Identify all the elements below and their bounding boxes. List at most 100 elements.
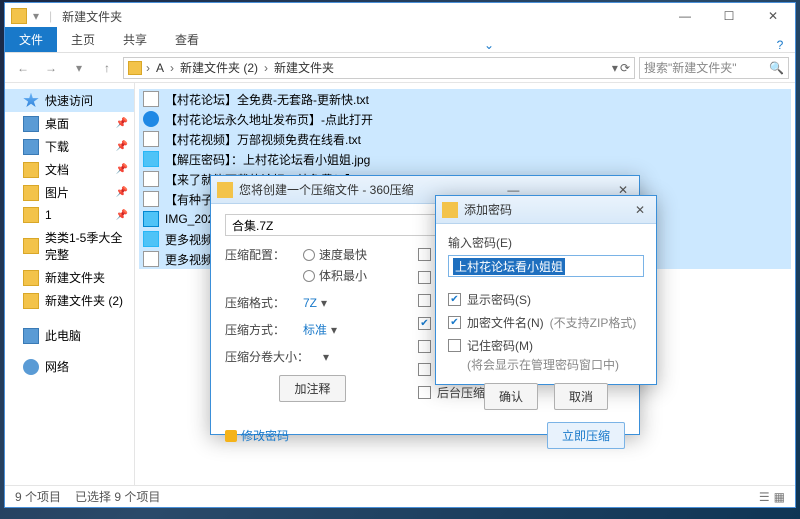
sidebar-item[interactable]: 1📌	[5, 204, 134, 226]
sidebar-label: 1	[45, 208, 52, 222]
annotate-button[interactable]: 加注释	[279, 375, 345, 402]
sidebar-item[interactable]: 快速访问	[5, 89, 134, 112]
back-button[interactable]: ←	[11, 56, 35, 80]
forward-button[interactable]: →	[39, 56, 63, 80]
config-label: 压缩配置：	[225, 246, 295, 263]
sidebar-item-network[interactable]: 网络	[5, 355, 134, 378]
recent-dropdown[interactable]: ▾	[67, 56, 91, 80]
breadcrumb-seg[interactable]: A	[154, 61, 166, 75]
pin-icon: 📌	[116, 187, 128, 198]
sidebar-label: 类类1-5季大全完整	[45, 229, 126, 263]
close-button[interactable]: ✕	[751, 3, 795, 29]
separator: |	[49, 9, 52, 23]
breadcrumb-seg[interactable]: 新建文件夹	[272, 59, 336, 76]
sidebar-label: 新建文件夹	[45, 269, 105, 286]
minimize-button[interactable]: —	[663, 3, 707, 29]
status-bar: 9 个项目 已选择 9 个项目 ☰ ▦	[5, 485, 795, 507]
sidebar: 快速访问桌面📌下载📌文档📌图片📌1📌类类1-5季大全完整新建文件夹新建文件夹 (…	[5, 83, 135, 485]
file-item[interactable]: 【村花论坛】全免费-无套路-更新快.txt	[139, 89, 791, 109]
file-name: 【村花视频】万部视频免费在线看.txt	[165, 131, 361, 148]
split-dropdown[interactable]: ▾	[323, 350, 329, 364]
radio-fast[interactable]: 速度最快	[303, 246, 367, 263]
sidebar-label: 文档	[45, 161, 69, 178]
ie-icon	[143, 111, 159, 127]
pin-icon: 📌	[116, 118, 128, 129]
view-details-icon[interactable]: ☰	[759, 490, 770, 504]
sidebar-item[interactable]: 桌面 📌	[5, 112, 134, 135]
mp4-icon	[143, 211, 159, 227]
sidebar-item[interactable]: 类类1-5季大全完整	[5, 226, 134, 266]
file-name: 【村花论坛】全免费-无套路-更新快.txt	[165, 91, 369, 108]
folder-icon	[128, 61, 142, 75]
sidebar-item[interactable]: 图片📌	[5, 181, 134, 204]
method-label: 压缩方式：	[225, 321, 295, 338]
file-item[interactable]: 【解压密码】：上村花论坛看小姐姐.jpg	[139, 149, 791, 169]
edit-password-link[interactable]: 修改密码	[225, 427, 289, 444]
maximize-button[interactable]: ☐	[707, 3, 751, 29]
selection-count: 已选择 9 个项目	[75, 488, 160, 505]
folder-icon	[23, 293, 39, 309]
sidebar-item[interactable]: 文档📌	[5, 158, 134, 181]
format-dropdown[interactable]: 7Z▾	[303, 296, 363, 310]
note: (将会显示在管理密码窗口中)	[467, 356, 644, 373]
close-icon[interactable]: ✕	[630, 203, 650, 217]
file-item[interactable]: 【村花论坛永久地址发布页】-点此打开	[139, 109, 791, 129]
star-icon	[23, 93, 39, 109]
item-count: 9 个项目	[15, 488, 61, 505]
refresh-icon[interactable]: ⟳	[620, 61, 630, 75]
show-password-checkbox[interactable]: ✔显示密码(S)	[448, 291, 644, 308]
jpg-icon	[143, 151, 159, 167]
sidebar-item[interactable]: 新建文件夹 (2)	[5, 289, 134, 312]
tab-file[interactable]: 文件	[5, 27, 57, 52]
sidebar-label: 桌面	[45, 115, 69, 132]
pc-icon	[23, 328, 39, 344]
sidebar-label: 下载	[45, 138, 69, 155]
password-input[interactable]: 上村花论坛看小姐姐	[448, 255, 644, 277]
ok-button[interactable]: 确认	[484, 383, 538, 410]
folder-icon	[11, 8, 27, 24]
up-button[interactable]: ↑	[95, 56, 119, 80]
compress-button[interactable]: 立即压缩	[547, 422, 625, 449]
view-icons-icon[interactable]: ▦	[774, 490, 785, 504]
sidebar-item[interactable]: 下载 📌	[5, 135, 134, 158]
cancel-button[interactable]: 取消	[554, 383, 608, 410]
refresh-icon[interactable]: ▾	[612, 61, 618, 75]
sidebar-label: 新建文件夹 (2)	[45, 292, 123, 309]
ribbon-tabs: 文件 主页 共享 查看 ⌄ ?	[5, 29, 795, 53]
sidebar-item[interactable]: 新建文件夹	[5, 266, 134, 289]
dialog-title: 添加密码	[464, 201, 512, 218]
quick-access-toolbar[interactable]: ▾	[33, 9, 39, 23]
txt-icon	[143, 191, 159, 207]
sidebar-label: 快速访问	[45, 92, 93, 109]
password-value: 上村花论坛看小姐姐	[453, 258, 565, 275]
help-icon[interactable]: ?	[765, 38, 795, 52]
archive-name-value: 合集.7Z	[232, 217, 273, 234]
sidebar-item-pc[interactable]: 此电脑	[5, 324, 134, 347]
note: (不支持ZIP格式)	[550, 314, 637, 331]
chevron-icon: ›	[262, 61, 270, 75]
pin-icon: 📌	[116, 210, 128, 221]
txt-icon	[143, 171, 159, 187]
pin-icon: 📌	[116, 141, 128, 152]
folder-icon	[23, 270, 39, 286]
radio-small[interactable]: 体积最小	[303, 267, 367, 284]
tab-home[interactable]: 主页	[57, 27, 109, 52]
search-icon: 🔍	[769, 61, 784, 75]
file-name: 【解压密码】：上村花论坛看小姐姐.jpg	[165, 151, 370, 168]
dialog-titlebar[interactable]: 添加密码 ✕	[436, 196, 656, 224]
encrypt-filename-checkbox[interactable]: ✔加密文件名(N) (不支持ZIP格式)	[448, 314, 644, 331]
tab-share[interactable]: 共享	[109, 27, 161, 52]
lock-icon	[225, 430, 237, 442]
breadcrumb[interactable]: › A › 新建文件夹 (2) › 新建文件夹 ▾ ⟳	[123, 57, 635, 79]
address-bar: ← → ▾ ↑ › A › 新建文件夹 (2) › 新建文件夹 ▾ ⟳ 搜索"新…	[5, 53, 795, 83]
ribbon-help-icon[interactable]: ⌄	[474, 38, 504, 52]
search-input[interactable]: 搜索"新建文件夹" 🔍	[639, 57, 789, 79]
method-dropdown[interactable]: 标准▾	[303, 321, 363, 338]
txt-icon	[143, 131, 159, 147]
breadcrumb-seg[interactable]: 新建文件夹 (2)	[178, 59, 260, 76]
remember-password-checkbox[interactable]: 记住密码(M)	[448, 337, 644, 354]
file-item[interactable]: 【村花视频】万部视频免费在线看.txt	[139, 129, 791, 149]
chevron-icon: ›	[168, 61, 176, 75]
tab-view[interactable]: 查看	[161, 27, 213, 52]
network-icon	[23, 359, 39, 375]
